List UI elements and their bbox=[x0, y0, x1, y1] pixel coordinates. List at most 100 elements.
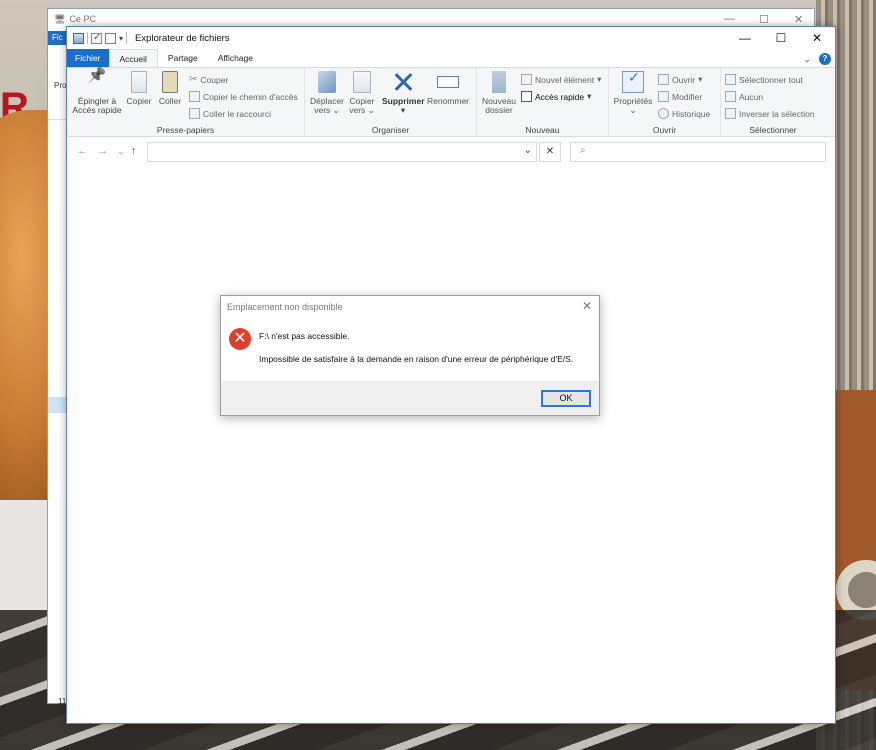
open-button[interactable]: Ouvrir ▾ bbox=[658, 74, 702, 85]
rename-label: Renommer bbox=[426, 96, 470, 106]
qat-divider bbox=[126, 32, 128, 44]
back-maximize-button[interactable]: ☐ bbox=[759, 13, 769, 26]
pin-label-line2: Accès rapide bbox=[72, 105, 122, 115]
computer-icon: 🖥 bbox=[54, 13, 66, 24]
paste-shortcut-icon bbox=[189, 108, 200, 119]
move-to-button[interactable]: Déplacer vers ⌄ bbox=[309, 71, 345, 115]
new-item-label: Nouvel élément bbox=[535, 74, 595, 85]
new-folder-button[interactable]: Nouveau dossier bbox=[481, 71, 517, 115]
group-presse-papiers: Épingler à Accès rapide Copier Coller ✂ … bbox=[67, 68, 305, 137]
paste-shortcut-button[interactable]: Coller le raccourci bbox=[189, 108, 271, 119]
qat-divider bbox=[87, 32, 88, 44]
paste-shortcut-label: Coller le raccourci bbox=[203, 108, 272, 119]
folder-icon bbox=[492, 71, 506, 93]
back-divider bbox=[48, 119, 68, 120]
back-file-tab[interactable]: Fic bbox=[48, 31, 68, 45]
easy-access-label: Accès rapide bbox=[535, 91, 585, 102]
cut-button[interactable]: ✂ Couper bbox=[189, 74, 228, 85]
easy-access-button[interactable]: Accès rapide ▾ bbox=[521, 91, 591, 102]
copy-to-button[interactable]: Copier vers ⌄ bbox=[345, 71, 379, 115]
back-minimize-button[interactable]: — bbox=[724, 13, 735, 25]
copy-to-icon bbox=[353, 71, 371, 93]
recent-locations-icon[interactable]: ⌄ bbox=[117, 146, 125, 157]
delete-dropdown-icon: ▾ bbox=[400, 105, 406, 115]
properties-dropdown-icon: ⌄ bbox=[629, 105, 637, 115]
select-none-icon bbox=[725, 91, 736, 102]
forward-arrow-icon[interactable]: → bbox=[97, 145, 108, 157]
titlebar: ▾ Explorateur de fichiers — ☐ ✕ bbox=[67, 27, 835, 49]
explorer-icon bbox=[73, 32, 84, 44]
select-all-label: Sélectionner tout bbox=[739, 74, 803, 85]
address-clear-icon[interactable]: ✕ bbox=[539, 142, 561, 162]
close-button[interactable]: ✕ bbox=[799, 27, 835, 49]
back-close-button[interactable]: ✕ bbox=[794, 13, 803, 26]
rename-icon bbox=[437, 76, 459, 88]
error-dialog[interactable]: Emplacement non disponible ✕ ✕ F:\ n'est… bbox=[220, 295, 600, 416]
select-none-button[interactable]: Aucun bbox=[725, 91, 763, 102]
pin-quick-access-button[interactable]: Épingler à Accès rapide bbox=[71, 71, 123, 115]
group-selectionner: Sélectionner tout Aucun Inverser la séle… bbox=[721, 68, 825, 137]
new-folder-icon[interactable] bbox=[105, 32, 116, 44]
move-to-label-line2: vers bbox=[314, 105, 331, 115]
invert-selection-icon bbox=[725, 108, 736, 119]
dialog-close-icon[interactable]: ✕ bbox=[582, 299, 592, 313]
properties-icon[interactable] bbox=[91, 32, 102, 44]
open-dropdown-icon: ▾ bbox=[698, 74, 703, 84]
move-to-icon bbox=[318, 71, 336, 93]
ribbon-expand-icon[interactable]: ⌄ bbox=[803, 54, 811, 65]
address-dropdown-icon[interactable]: ⌄ bbox=[524, 145, 532, 156]
new-item-dropdown-icon: ▾ bbox=[597, 74, 602, 84]
copy-to-dropdown-icon: ⌄ bbox=[367, 105, 375, 115]
group-organiser: Déplacer vers ⌄ Copier vers ⌄ Supprimer … bbox=[305, 68, 477, 137]
copy-button[interactable]: Copier bbox=[124, 71, 154, 106]
cut-label: Couper bbox=[200, 74, 229, 85]
edit-icon bbox=[658, 91, 669, 102]
qat-dropdown-icon[interactable]: ▾ bbox=[119, 34, 123, 43]
group-ouvrir: Propriétés ⌄ Ouvrir ▾ Modifier Historiqu… bbox=[609, 68, 721, 137]
easy-access-dropdown-icon: ▾ bbox=[587, 91, 592, 101]
properties-button[interactable]: Propriétés ⌄ bbox=[611, 71, 655, 115]
history-button[interactable]: Historique bbox=[658, 108, 710, 119]
group-label-ouvrir: Ouvrir bbox=[652, 125, 677, 135]
quick-access-toolbar: ▾ bbox=[67, 32, 128, 44]
maximize-button[interactable]: ☐ bbox=[763, 27, 799, 49]
copy-path-button[interactable]: Copier le chemin d'accès bbox=[189, 91, 298, 102]
rename-button[interactable]: Renommer bbox=[426, 71, 470, 106]
window-controls: — ☐ ✕ bbox=[727, 27, 835, 49]
new-item-button[interactable]: Nouvel élément ▾ bbox=[521, 74, 601, 85]
invert-selection-button[interactable]: Inverser la sélection bbox=[725, 108, 815, 119]
new-item-icon bbox=[521, 74, 532, 85]
paste-button[interactable]: Coller bbox=[156, 71, 184, 106]
pin-icon bbox=[86, 71, 108, 93]
edit-label: Modifier bbox=[672, 91, 703, 102]
ribbon: Épingler à Accès rapide Copier Coller ✂ … bbox=[67, 67, 835, 137]
edit-button[interactable]: Modifier bbox=[658, 91, 702, 102]
invert-selection-label: Inverser la sélection bbox=[739, 108, 815, 119]
address-bar[interactable]: ⌄ bbox=[147, 142, 537, 162]
window-title: Explorateur de fichiers bbox=[135, 32, 230, 44]
search-icon: ⌕ bbox=[580, 145, 586, 156]
select-all-button[interactable]: Sélectionner tout bbox=[725, 74, 803, 85]
up-arrow-icon[interactable]: ↑ bbox=[131, 145, 137, 157]
tab-accueil[interactable]: Accueil bbox=[108, 49, 158, 67]
new-folder-label-line2: dossier bbox=[485, 105, 513, 115]
copy-path-label: Copier le chemin d'accès bbox=[203, 91, 298, 102]
group-label-nouveau: Nouveau bbox=[525, 125, 560, 135]
back-selected-row[interactable] bbox=[48, 397, 68, 413]
back-arrow-icon[interactable]: ← bbox=[77, 145, 88, 157]
navigation-bar: ← → ⌄ ↑ ⌄ ✕ ⌕ bbox=[67, 139, 835, 165]
error-icon: ✕ bbox=[229, 328, 251, 350]
ribbon-tabs: Fichier Accueil Partage Affichage ⌄ ? bbox=[67, 49, 835, 67]
copy-to-label-line2: vers bbox=[349, 105, 366, 115]
properties-check-icon bbox=[622, 71, 644, 93]
delete-button[interactable]: Supprimer ▾ bbox=[382, 71, 425, 115]
tab-partage[interactable]: Partage bbox=[158, 49, 208, 67]
minimize-button[interactable]: — bbox=[727, 27, 763, 49]
open-icon bbox=[658, 74, 669, 85]
ok-button[interactable]: OK bbox=[541, 390, 591, 407]
help-icon[interactable]: ? bbox=[819, 53, 831, 65]
tab-fichier[interactable]: Fichier bbox=[67, 49, 109, 67]
open-label: Ouvrir bbox=[672, 74, 696, 85]
tab-affichage[interactable]: Affichage bbox=[208, 49, 263, 67]
search-box[interactable]: ⌕ bbox=[570, 142, 826, 162]
